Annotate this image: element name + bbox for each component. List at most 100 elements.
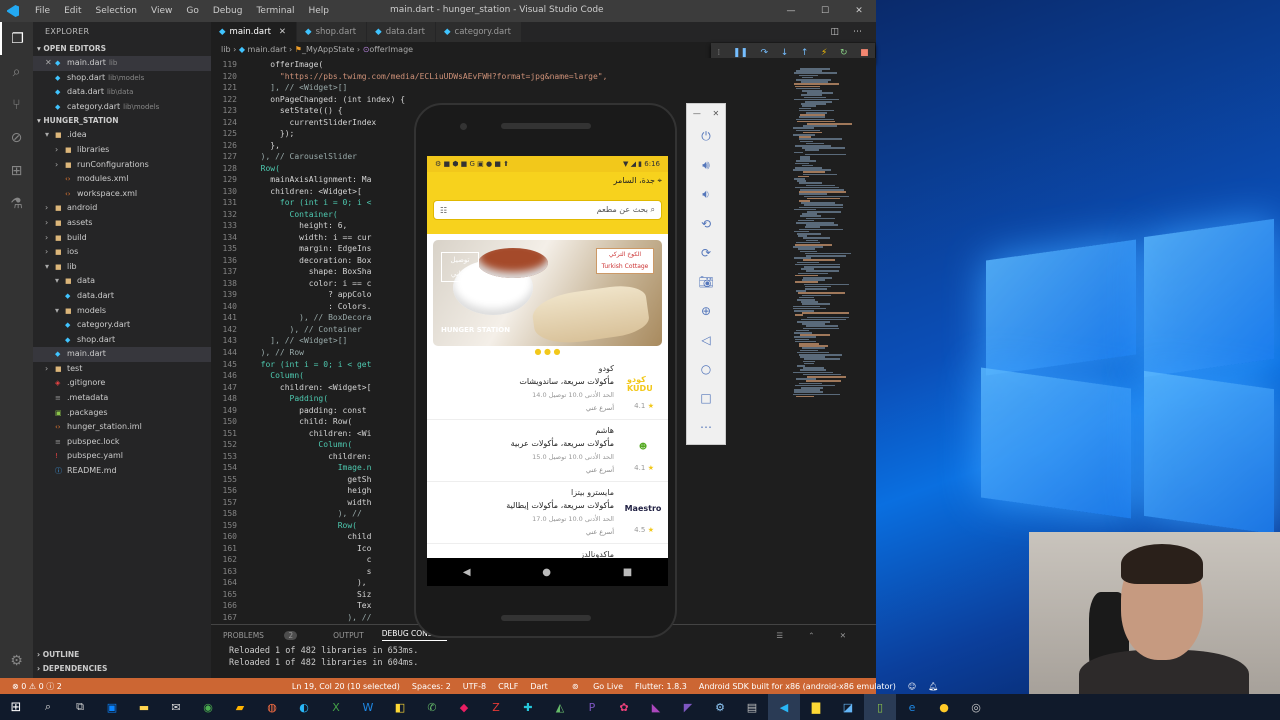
recents-icon[interactable]: ■ — [623, 567, 632, 578]
flutter-version[interactable]: Flutter: 1.8.3 — [635, 682, 687, 691]
open-editor-shop[interactable]: ◆ shop.dart lib\models — [33, 71, 211, 86]
tab-shop[interactable]: ◆ shop.dart — [297, 22, 368, 42]
tree-item[interactable]: › ■ test — [33, 362, 211, 377]
android-studio-icon[interactable]: ◭ — [544, 694, 576, 720]
back-icon[interactable]: ◀ — [463, 567, 471, 578]
drag-handle-icon[interactable]: ⁞ — [717, 48, 720, 58]
outline-section[interactable]: › OUTLINE — [33, 648, 211, 662]
phpstorm-icon[interactable]: P — [576, 694, 608, 720]
vscode-icon[interactable]: ◀ — [768, 694, 800, 720]
menu-view[interactable]: View — [144, 6, 179, 16]
task-view-icon[interactable]: ⧉ — [64, 694, 96, 720]
app-icon[interactable]: ◐ — [288, 694, 320, 720]
menu-help[interactable]: Help — [301, 6, 336, 16]
step-over-icon[interactable]: ↷ — [761, 48, 769, 58]
tree-item[interactable]: › ■ libraries — [33, 143, 211, 158]
tree-item[interactable]: › ■ ios — [33, 245, 211, 260]
menu-go[interactable]: Go — [179, 6, 205, 16]
menu-selection[interactable]: Selection — [89, 6, 144, 16]
restart-icon[interactable]: ↻ — [840, 48, 848, 58]
tree-item[interactable]: ! pubspec.yaml — [33, 449, 211, 464]
tree-item[interactable]: ⓘ README.md — [33, 464, 211, 479]
tree-item[interactable]: ▾ ■ .idea — [33, 128, 211, 143]
tab-output[interactable]: OUTPUT — [333, 631, 364, 640]
app-icon[interactable]: ⚙ — [704, 694, 736, 720]
debug-icon[interactable]: ⊘ — [0, 121, 33, 154]
minimize-button[interactable]: — — [774, 0, 808, 22]
more-actions-icon[interactable]: ⋯ — [853, 22, 862, 42]
bell-icon[interactable]: 🔔︎ — [928, 682, 938, 691]
tree-item[interactable]: ▾ ■ data — [33, 274, 211, 289]
open-editor-category[interactable]: ◆ category.dart lib\models — [33, 100, 211, 115]
rotate-right-icon[interactable]: ⟳ — [687, 238, 725, 267]
step-into-icon[interactable]: ↓ — [781, 48, 789, 58]
app-icon[interactable]: ✿ — [608, 694, 640, 720]
gear-icon[interactable]: ⚙ — [0, 644, 33, 677]
tree-item-selected[interactable]: ◆ main.dart — [33, 347, 211, 362]
explorer-icon[interactable]: ❐ — [0, 22, 33, 55]
search-icon[interactable]: ⌕ — [0, 55, 33, 88]
close-icon[interactable]: ✕ — [45, 56, 55, 71]
tree-item[interactable]: ◆ shop.dart — [33, 333, 211, 348]
extensions-icon[interactable]: ⊞ — [0, 154, 33, 187]
file-explorer-icon[interactable]: ▬ — [128, 694, 160, 720]
volume-up-icon[interactable]: 🔊︎ — [687, 151, 725, 180]
menu-debug[interactable]: Debug — [206, 6, 250, 16]
app-icon[interactable]: ▤ — [736, 694, 768, 720]
menu-file[interactable]: File — [28, 6, 57, 16]
filezilla-icon[interactable]: Z — [480, 694, 512, 720]
tree-item[interactable]: ▣ .packages — [33, 406, 211, 421]
open-editor-data[interactable]: ◆ data.dart lib\data — [33, 85, 211, 100]
visual-studio-icon[interactable]: ◣ — [640, 694, 672, 720]
indentation[interactable]: Spaces: 2 — [412, 682, 451, 691]
tab-data[interactable]: ◆ data.dart — [367, 22, 436, 42]
maximize-button[interactable]: ☐ — [808, 0, 842, 22]
screenshot-icon[interactable]: 📷︎ — [687, 267, 725, 296]
back-icon[interactable]: ◁ — [687, 325, 725, 354]
vs-icon[interactable]: ◤ — [672, 694, 704, 720]
tree-item[interactable]: ◆ category.dart — [33, 318, 211, 333]
zoom-icon[interactable]: ⊕ — [687, 296, 725, 325]
app-icon[interactable]: ◎ — [960, 694, 992, 720]
device-selector[interactable]: Android SDK built for x86 (android-x86 e… — [699, 682, 896, 691]
tree-item[interactable]: ‹› workspace.xml — [33, 187, 211, 202]
tree-item[interactable]: › ■ build — [33, 231, 211, 246]
search-bar[interactable]: ☷ بحث عن مطعم ⌕ — [433, 200, 662, 220]
sticky-notes-icon[interactable]: ▇ — [800, 694, 832, 720]
step-out-icon[interactable]: ↑ — [801, 48, 809, 58]
language-mode[interactable]: Dart — [530, 682, 548, 691]
store-icon[interactable]: ▣ — [96, 694, 128, 720]
home-icon[interactable]: ● — [542, 567, 551, 578]
restaurant-item[interactable]: كودو KUDU كودو مأكولات سريعة، ساندويشات الح… — [427, 358, 668, 420]
stop-icon[interactable]: ■ — [860, 48, 869, 58]
folder-icon[interactable]: ▰ — [224, 694, 256, 720]
minimize-icon[interactable]: — — [693, 109, 701, 118]
breadcrumb-item[interactable]: _MyAppState — [302, 45, 354, 54]
tree-item[interactable]: ▾ ■ lib — [33, 260, 211, 275]
restaurant-item[interactable]: Maestro مايسترو بيتزا مأكولات سريعة، مأكول… — [427, 482, 668, 544]
rotate-left-icon[interactable]: ⟲ — [687, 209, 725, 238]
dependencies-section[interactable]: › DEPENDENCIES — [33, 662, 211, 676]
open-editors-section[interactable]: ▾ OPEN EDITORS — [33, 42, 211, 56]
tree-item[interactable]: ◆ data.dart — [33, 289, 211, 304]
flask-icon[interactable]: ⚗ — [0, 187, 33, 220]
tree-item[interactable]: ≡ pubspec.lock — [33, 435, 211, 450]
tab-category[interactable]: ◆ category.dart — [435, 22, 523, 42]
breadcrumb-item[interactable]: offerImage — [369, 45, 413, 54]
word-icon[interactable]: W — [352, 694, 384, 720]
breadcrumb-item[interactable]: lib — [221, 45, 231, 54]
close-panel-icon[interactable]: ✕ — [840, 631, 846, 640]
chevron-up-icon[interactable]: ⌃ — [808, 631, 814, 640]
edge-icon[interactable]: e — [896, 694, 928, 720]
chrome-icon[interactable]: ◉ — [192, 694, 224, 720]
feedback-icon[interactable]: ☺ — [908, 682, 916, 691]
home-icon[interactable]: ○ — [687, 354, 725, 383]
restaurant-item[interactable]: ☻ هاشم مأكولات سريعة، مأكولات عربية الحد ال… — [427, 420, 668, 482]
split-editor-icon[interactable]: ◫ — [830, 22, 839, 42]
tree-item[interactable]: ‹› modules.xml — [33, 172, 211, 187]
close-icon[interactable]: ✕ — [712, 109, 719, 118]
excel-icon[interactable]: X — [320, 694, 352, 720]
offer-banner[interactable]: توصيل مجاني الكوخ التركي Turkish Cottage H… — [433, 240, 662, 346]
overview-icon[interactable]: □ — [687, 383, 725, 412]
tree-item[interactable]: › ■ runConfigurations — [33, 158, 211, 173]
